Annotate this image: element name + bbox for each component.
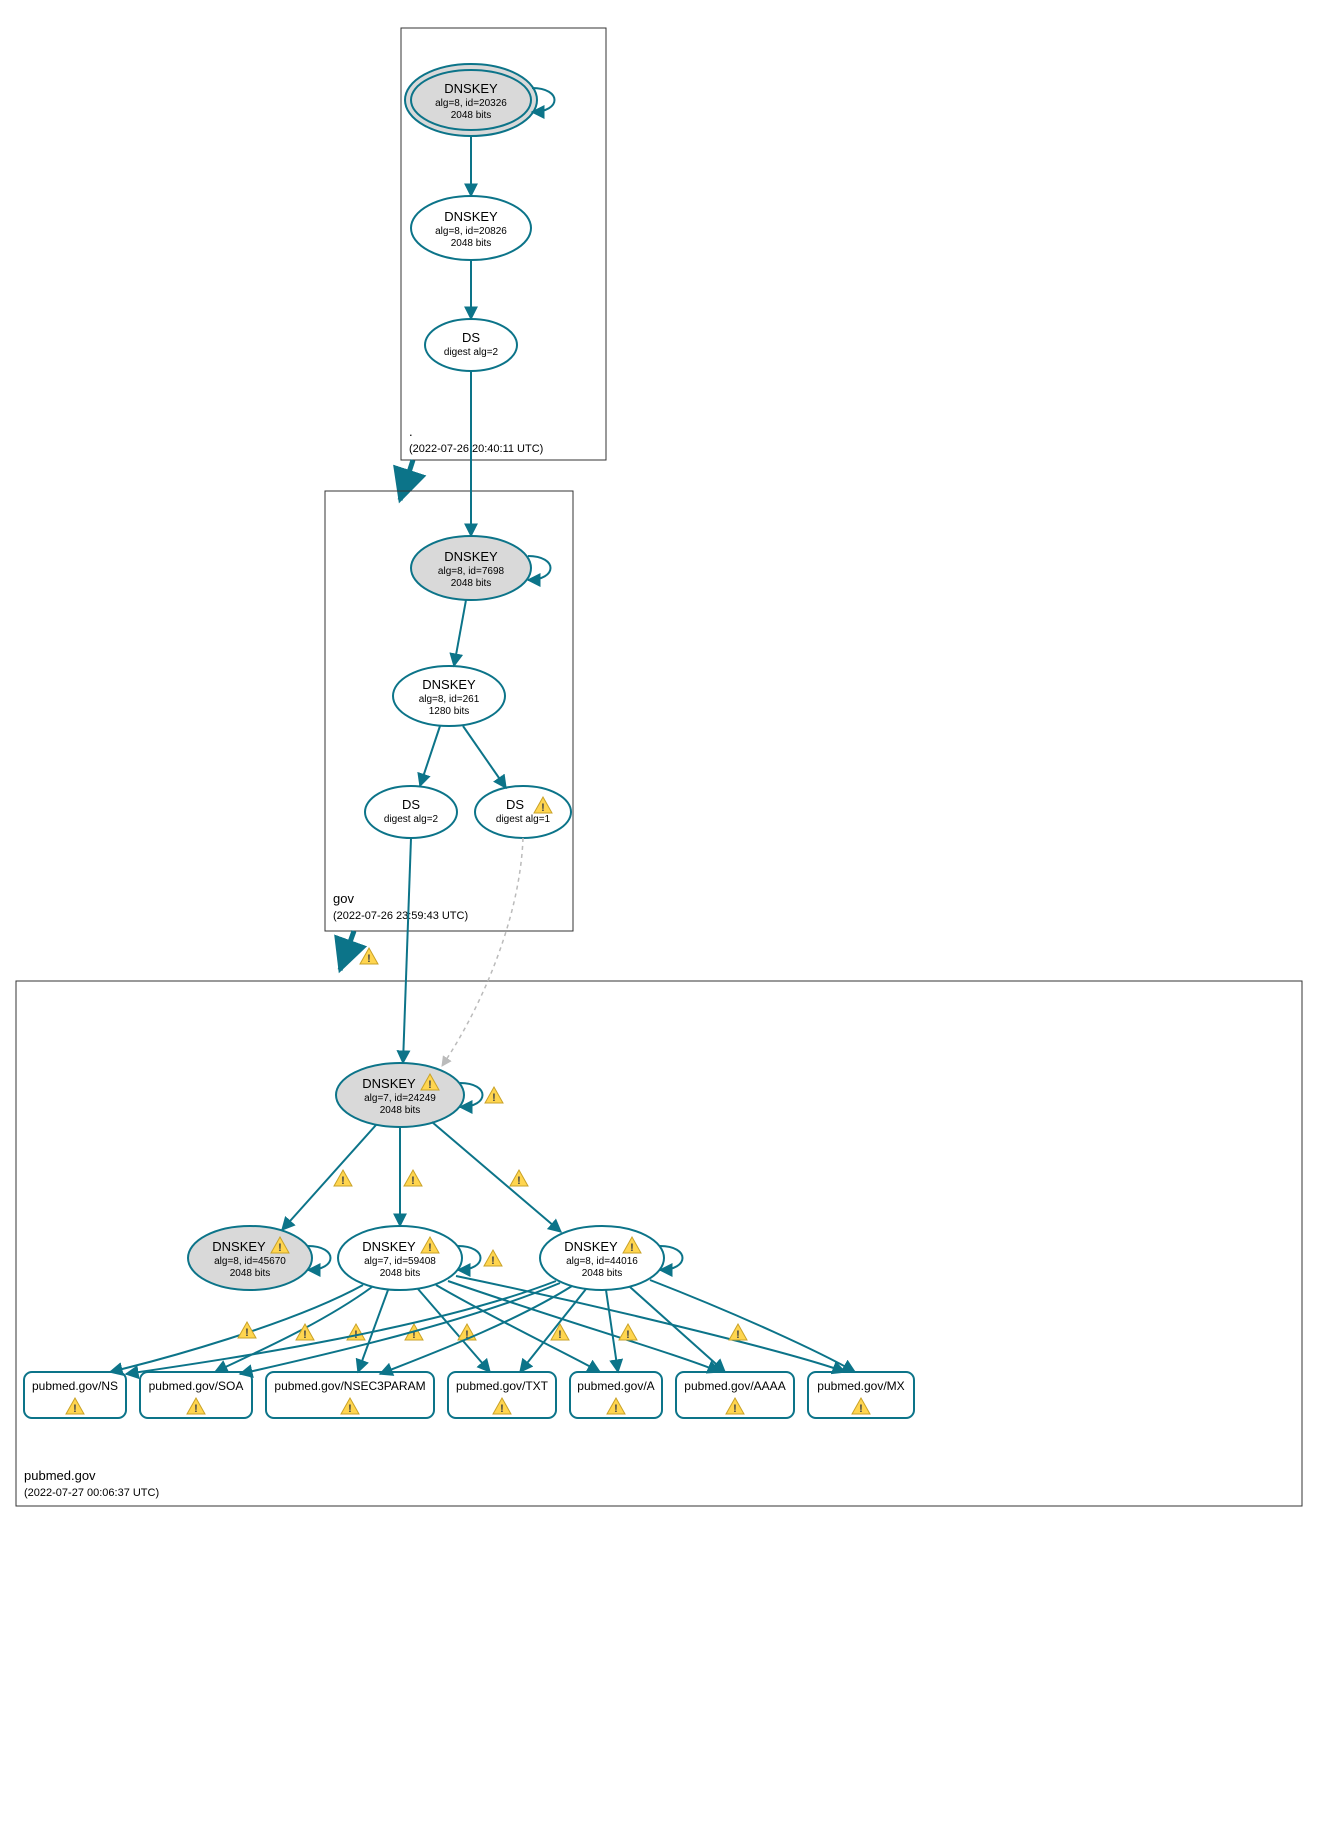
- warning-icon: [485, 1087, 503, 1104]
- gov-ksk-alg: alg=8, id=7698: [438, 566, 505, 577]
- pub-ksk-alg: alg=7, id=24249: [364, 1093, 436, 1104]
- zone-pubmed-name: pubmed.gov: [24, 1468, 96, 1483]
- zone-root-ts: (2022-07-26 20:40:11 UTC): [409, 443, 543, 455]
- root-ds-title: DS: [462, 330, 480, 345]
- edge-govzsk-govds2: [420, 726, 440, 786]
- zone-root-name: .: [409, 424, 413, 439]
- edge-govzsk-govds1: [463, 726, 506, 788]
- root-ksk-title: DNSKEY: [444, 81, 498, 96]
- node-pub-key3: DNSKEY alg=8, id=44016 2048 bits: [540, 1226, 683, 1290]
- root-ksk-alg: alg=8, id=20326: [435, 98, 507, 109]
- edge-key2-a: [436, 1285, 600, 1372]
- zone-gov-ts: (2022-07-26 23:59:43 UTC): [333, 910, 468, 922]
- gov-zsk-title: DNSKEY: [422, 677, 476, 692]
- node-gov-zsk: DNSKEY alg=8, id=261 1280 bits: [393, 666, 505, 726]
- gov-zsk-alg: alg=8, id=261: [419, 694, 480, 705]
- zone-pubmed-ts: (2022-07-27 00:06:37 UTC): [24, 1487, 159, 1499]
- edge-key2-txt: [418, 1289, 490, 1372]
- rr-mx-label: pubmed.gov/MX: [817, 1379, 904, 1393]
- pub-key2-alg: alg=7, id=59408: [364, 1256, 436, 1267]
- warning-icon: [404, 1170, 422, 1187]
- rrset-mx: pubmed.gov/MX: [808, 1372, 914, 1418]
- rr-nsec-label: pubmed.gov/NSEC3PARAM: [274, 1379, 425, 1393]
- gov-ds1-alg: digest alg=1: [496, 814, 551, 825]
- rrset-soa: pubmed.gov/SOA: [140, 1372, 252, 1418]
- rrset-aaaa: pubmed.gov/AAAA: [676, 1372, 794, 1418]
- rr-a-label: pubmed.gov/A: [577, 1379, 654, 1393]
- pub-ksk-title: DNSKEY: [362, 1076, 416, 1091]
- warning-icon: [551, 1324, 569, 1341]
- pub-key2-title: DNSKEY: [362, 1239, 416, 1254]
- edge-govds1-pubksk-dashed: [442, 838, 523, 1066]
- gov-zsk-bits: 1280 bits: [429, 706, 470, 717]
- pub-key1-bits: 2048 bits: [230, 1268, 271, 1279]
- gov-ds2-alg: digest alg=2: [384, 814, 439, 825]
- gov-ksk-title: DNSKEY: [444, 549, 498, 564]
- edge-key3-nsec: [380, 1286, 572, 1374]
- pub-key1-title: DNSKEY: [212, 1239, 266, 1254]
- pub-key3-alg: alg=8, id=44016: [566, 1256, 638, 1267]
- warning-icon: [484, 1250, 502, 1267]
- gov-ds2-title: DS: [402, 797, 420, 812]
- root-zsk-alg: alg=8, id=20826: [435, 226, 507, 237]
- edge-key3-a: [606, 1290, 618, 1372]
- rrset-ns: pubmed.gov/NS: [24, 1372, 126, 1418]
- dnssec-diagram: ! . (2022-07-26 20:40:11 UTC) DNSKEY alg…: [0, 0, 1317, 1827]
- edge-key2-mx: [456, 1276, 845, 1372]
- pub-key1-alg: alg=8, id=45670: [214, 1256, 286, 1267]
- node-root-ds: DS digest alg=2: [425, 319, 517, 371]
- node-root-zsk: DNSKEY alg=8, id=20826 2048 bits: [411, 196, 531, 260]
- rr-aaaa-label: pubmed.gov/AAAA: [684, 1379, 785, 1393]
- edge-key2-soa: [215, 1287, 372, 1372]
- zone-gov-name: gov: [333, 891, 354, 906]
- edge-key3-aaaa: [630, 1287, 725, 1372]
- node-gov-ksk: DNSKEY alg=8, id=7698 2048 bits: [411, 536, 551, 600]
- gov-ds1-title: DS: [506, 797, 524, 812]
- edge-pubksk-key3: [432, 1122, 561, 1232]
- edge-govksk-govzsk: [454, 600, 466, 666]
- delegation-gov-pubmed: [340, 931, 354, 970]
- pub-key3-bits: 2048 bits: [582, 1268, 623, 1279]
- root-zsk-bits: 2048 bits: [451, 238, 492, 249]
- root-zsk-title: DNSKEY: [444, 209, 498, 224]
- warning-icon: [729, 1324, 747, 1341]
- rrset-a: pubmed.gov/A: [570, 1372, 662, 1418]
- delegation-root-gov: [400, 460, 413, 500]
- edge-govds2-pubksk: [403, 838, 411, 1063]
- edge-pubksk-key1: [282, 1125, 376, 1230]
- warning-icon: [510, 1170, 528, 1187]
- warning-icon: [347, 1324, 365, 1341]
- warning-icon: [360, 948, 378, 965]
- root-ksk-bits: 2048 bits: [451, 110, 492, 121]
- pub-key2-bits: 2048 bits: [380, 1268, 421, 1279]
- warning-icon: [334, 1170, 352, 1187]
- rr-txt-label: pubmed.gov/TXT: [456, 1379, 549, 1393]
- rr-ns-label: pubmed.gov/NS: [32, 1379, 118, 1393]
- node-pub-key1: DNSKEY alg=8, id=45670 2048 bits: [188, 1226, 331, 1290]
- rrset-nsec: pubmed.gov/NSEC3PARAM: [266, 1372, 434, 1418]
- pub-key3-title: DNSKEY: [564, 1239, 618, 1254]
- rrset-txt: pubmed.gov/TXT: [448, 1372, 556, 1418]
- gov-ksk-bits: 2048 bits: [451, 578, 492, 589]
- node-root-ksk: DNSKEY alg=8, id=20326 2048 bits: [405, 64, 555, 136]
- node-gov-ds2: DS digest alg=2: [365, 786, 457, 838]
- edge-key2-ns: [110, 1285, 363, 1372]
- pub-ksk-bits: 2048 bits: [380, 1105, 421, 1116]
- warning-icon: [619, 1324, 637, 1341]
- node-gov-ds1: DS digest alg=1: [475, 786, 571, 838]
- rr-soa-label: pubmed.gov/SOA: [149, 1379, 244, 1393]
- root-ds-alg: digest alg=2: [444, 347, 499, 358]
- node-pub-ksk: DNSKEY alg=7, id=24249 2048 bits: [336, 1063, 503, 1127]
